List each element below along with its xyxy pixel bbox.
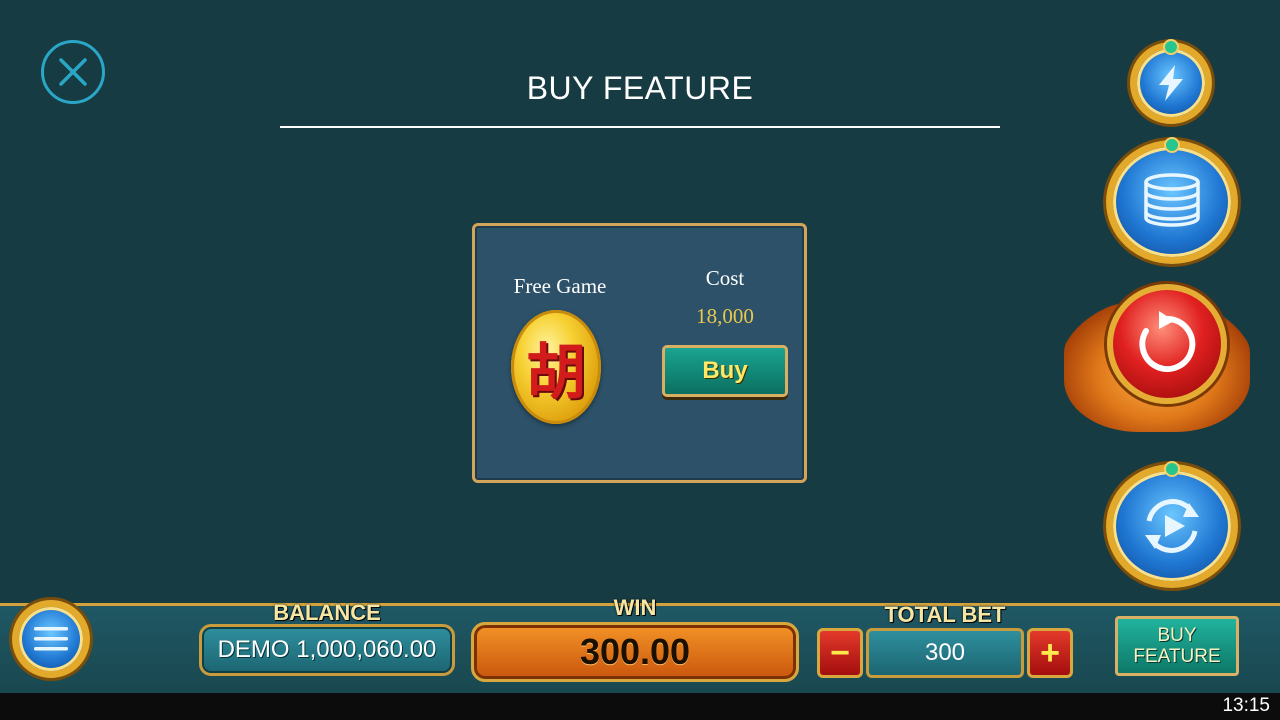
symbol-character: 胡 — [526, 337, 586, 408]
balance-value: DEMO 1,000,060.00 — [217, 636, 437, 663]
cost-label: Cost — [705, 266, 745, 290]
feature-name: Free Game — [513, 274, 607, 298]
buy-feature-label-line1: BUY — [1157, 625, 1197, 646]
win-display: 300.00 — [471, 622, 799, 682]
page-title: BUY FEATURE — [526, 70, 754, 106]
autoplay-icon — [1145, 499, 1199, 553]
decrease-bet-button[interactable]: − — [817, 628, 863, 678]
spin-button[interactable] — [1064, 282, 1250, 442]
buy-button[interactable]: Buy — [662, 345, 788, 397]
free-game-symbol-icon: 胡 — [511, 310, 601, 424]
buy-feature-button[interactable]: BUY FEATURE — [1115, 616, 1239, 676]
spin-arrow-icon — [1139, 311, 1196, 372]
cost-value: 18,000 — [696, 304, 754, 328]
total-bet-label: TOTAL BET — [884, 602, 1006, 627]
coin-stack-icon — [1144, 173, 1200, 227]
spin-ball — [1107, 284, 1227, 404]
balance-label: BALANCE — [273, 600, 381, 625]
total-bet-display: 300 — [866, 628, 1024, 678]
total-bet-value: 300 — [924, 639, 966, 666]
balance-display: DEMO 1,000,060.00 — [199, 624, 455, 676]
gem-ornament — [1163, 39, 1179, 55]
system-status-bar — [0, 693, 1280, 720]
hamburger-menu-icon — [34, 627, 68, 651]
menu-button[interactable] — [12, 600, 90, 678]
gem-ornament — [1164, 137, 1180, 153]
autoplay-button[interactable] — [1106, 461, 1238, 588]
bet-settings-button[interactable] — [1106, 137, 1238, 264]
increase-bet-button[interactable]: + — [1027, 628, 1073, 678]
close-icon — [59, 58, 87, 86]
win-value: 300.00 — [579, 631, 691, 672]
clock: 13:15 — [1222, 695, 1270, 716]
turbo-button[interactable] — [1130, 39, 1212, 124]
win-label: WIN — [613, 595, 657, 620]
buy-feature-label-line2: FEATURE — [1133, 646, 1221, 667]
lightning-icon — [1159, 65, 1183, 101]
close-button[interactable] — [41, 40, 105, 104]
title-divider — [280, 126, 1000, 128]
game-screen: BUY FEATURE Free Game 胡 Cost 18,000 Buy — [0, 0, 1280, 720]
gem-ornament — [1164, 461, 1180, 477]
feature-card: Free Game 胡 Cost 18,000 Buy — [472, 223, 807, 483]
